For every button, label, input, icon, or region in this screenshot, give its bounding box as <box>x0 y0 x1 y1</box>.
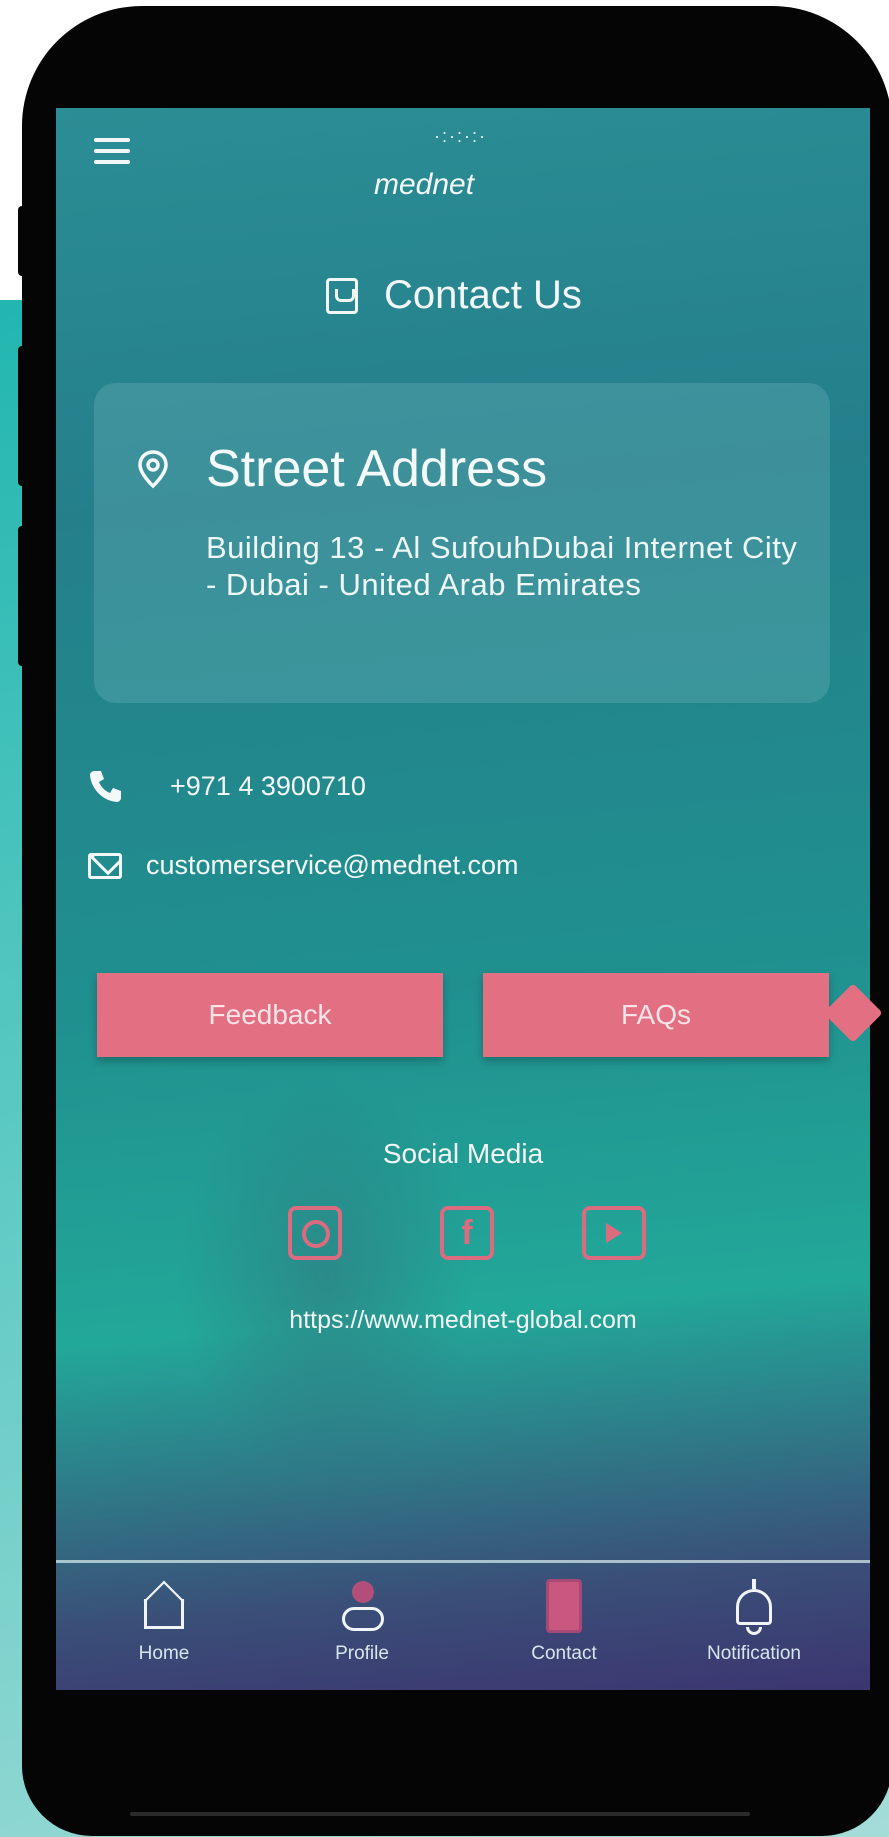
email-address[interactable]: customerservice@mednet.com <box>146 850 519 881</box>
phone-icon <box>90 771 121 802</box>
location-pin-icon <box>138 450 168 489</box>
tab-contact[interactable]: Contact <box>484 1577 644 1687</box>
page-title: Contact Us <box>326 273 582 318</box>
faqs-button[interactable]: FAQs <box>483 973 829 1057</box>
website-link[interactable]: https://www.mednet-global.com <box>56 1306 870 1335</box>
phone-card-icon <box>326 277 358 314</box>
bell-icon <box>728 1577 780 1635</box>
tab-label: Contact <box>531 1643 597 1664</box>
home-indicator <box>130 1812 750 1816</box>
address-card: Street Address Building 13 - Al SufouhDu… <box>94 383 830 703</box>
bottom-tab-bar: Home Profile Contact Notification <box>56 1560 870 1690</box>
logo-text: mednet <box>374 168 475 201</box>
app-logo: ·:·:·:· mednet <box>374 126 574 206</box>
side-button <box>18 206 28 276</box>
side-button <box>18 346 28 486</box>
home-icon <box>138 1577 190 1633</box>
profile-icon <box>336 1577 388 1633</box>
address-text: Building 13 - Al SufouhDubai Internet Ci… <box>206 530 798 602</box>
mail-icon <box>88 852 122 879</box>
page-title-text: Contact Us <box>384 273 582 317</box>
tab-home[interactable]: Home <box>84 1577 244 1687</box>
tab-label: Profile <box>335 1643 389 1664</box>
address-heading-text: Street Address <box>206 440 548 498</box>
tab-profile[interactable]: Profile <box>282 1577 442 1687</box>
instagram-icon[interactable] <box>288 1206 342 1260</box>
tab-label: Home <box>138 1643 190 1664</box>
phone-row[interactable]: +971 4 3900710 <box>88 768 366 804</box>
youtube-icon[interactable] <box>582 1206 646 1260</box>
address-heading: Street Address <box>136 439 547 499</box>
menu-icon[interactable] <box>94 138 130 166</box>
tab-label: Notification <box>707 1643 801 1664</box>
contact-icon <box>538 1577 590 1633</box>
tab-notification[interactable]: Notification <box>674 1577 834 1687</box>
logo-dots: ·:·:·:· <box>434 126 487 146</box>
side-button <box>18 526 28 666</box>
email-row[interactable]: customerservice@mednet.com <box>88 850 519 881</box>
app-screen: ·:·:·:· mednet Contact Us Street Address… <box>56 108 870 1690</box>
phone-number[interactable]: +971 4 3900710 <box>170 771 366 802</box>
facebook-icon[interactable]: f <box>440 1206 494 1260</box>
feedback-button[interactable]: Feedback <box>97 973 443 1057</box>
social-media-title: Social Media <box>382 1138 544 1169</box>
